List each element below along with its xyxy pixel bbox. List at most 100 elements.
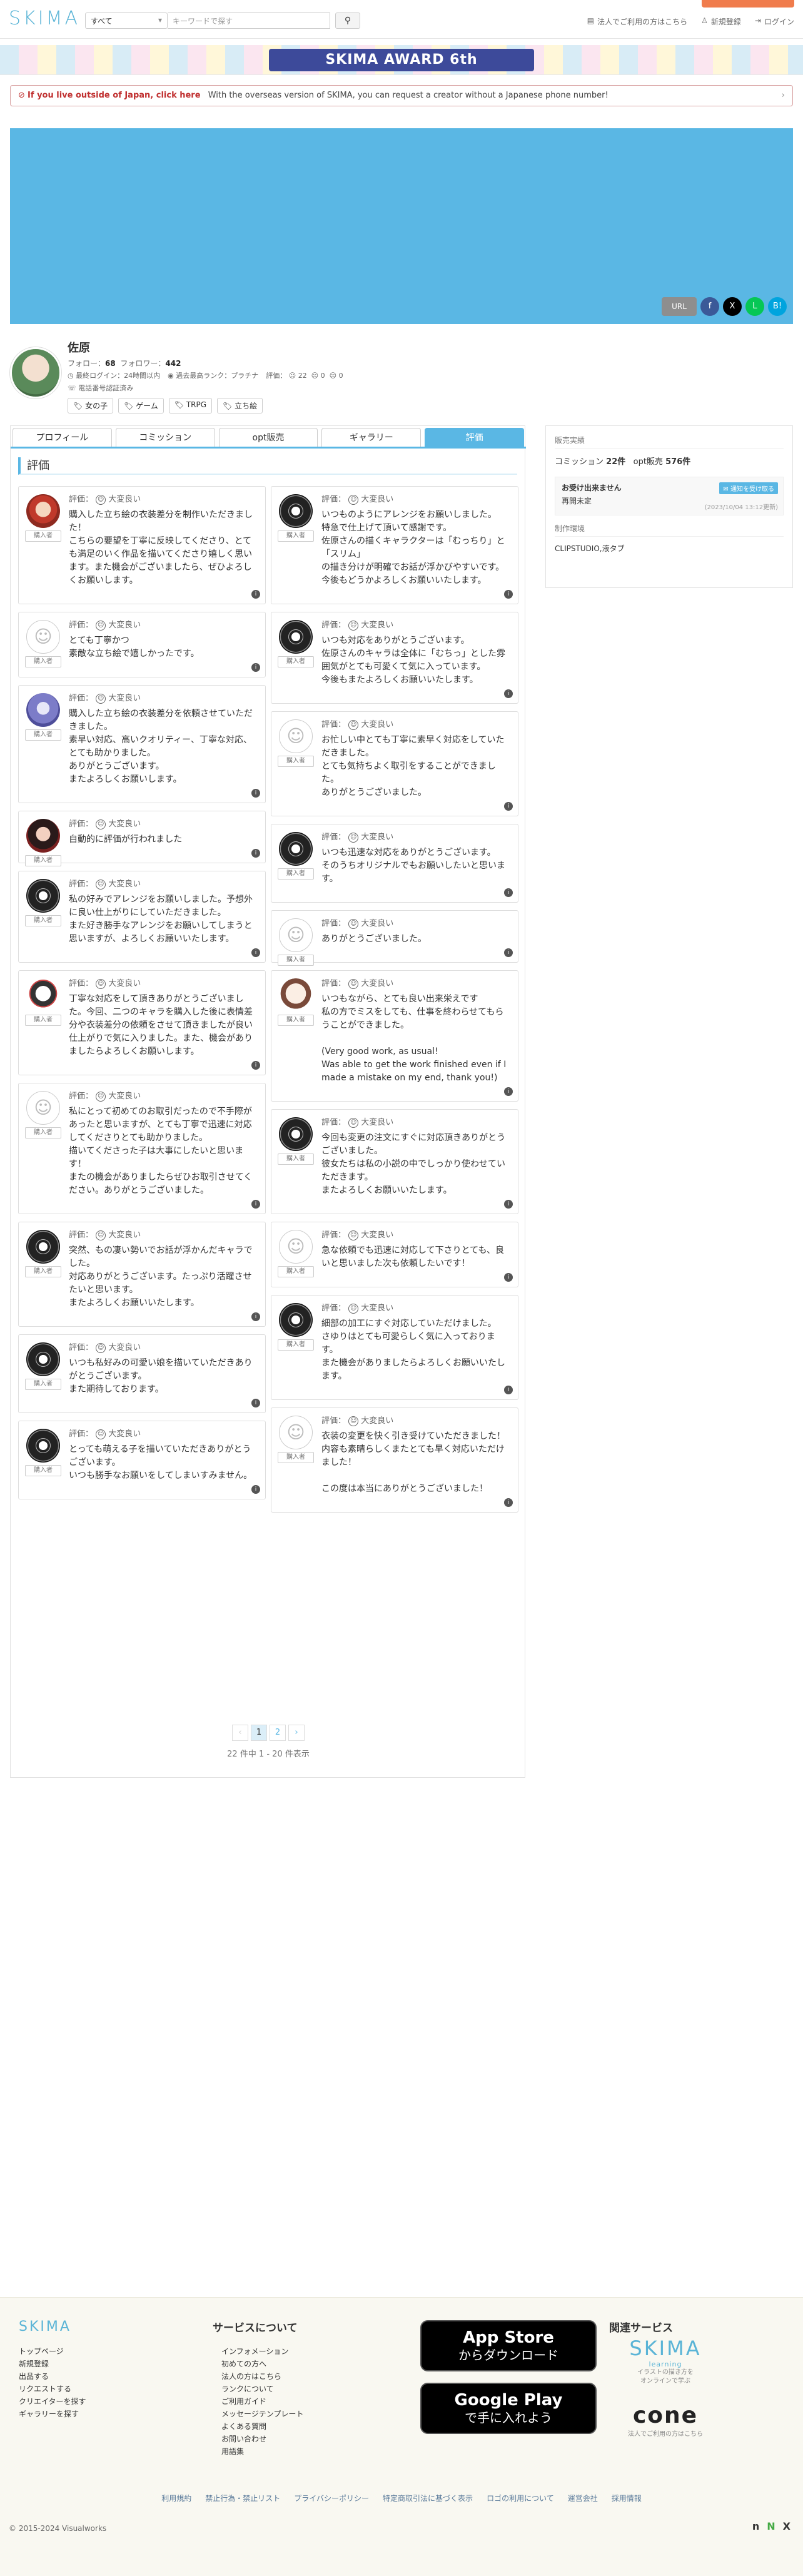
tag[interactable]: 🏷 女の子 [68, 398, 114, 413]
report-icon[interactable]: i [251, 1312, 260, 1321]
search-input[interactable]: キーワードで探す [168, 13, 330, 29]
line-icon[interactable]: L [745, 297, 764, 316]
reviewer-avatar[interactable] [279, 918, 313, 952]
footer-link[interactable]: トップページ [19, 2345, 86, 2358]
service-link[interactable]: メッセージテンプレート [221, 2408, 303, 2420]
category-select[interactable]: すべて [85, 13, 168, 29]
service-link[interactable]: 法人の方はこちら [221, 2370, 303, 2383]
app-store-button[interactable]: App Store からダウンロード [420, 2320, 597, 2371]
reviewer-avatar[interactable] [26, 620, 60, 654]
tab-gallery[interactable]: ギャラリー [321, 428, 422, 447]
reviewer-avatar[interactable] [279, 978, 313, 1012]
tag[interactable]: 🏷 ゲーム [118, 398, 164, 413]
reviewer-avatar[interactable] [279, 1230, 313, 1264]
report-icon[interactable]: i [251, 1485, 260, 1494]
page-button[interactable]: 1 [251, 1725, 267, 1741]
x-icon[interactable]: X [783, 2520, 790, 2532]
bottom-link[interactable]: 運営会社 [568, 2493, 598, 2503]
follower-count[interactable]: 442 [165, 359, 181, 368]
follow-count[interactable]: 68 [105, 359, 116, 368]
report-icon[interactable]: i [504, 1498, 513, 1507]
bottom-link[interactable]: プライバシーポリシー [294, 2493, 369, 2503]
next-page-button[interactable]: › [288, 1725, 305, 1741]
service-link[interactable]: よくある質問 [221, 2420, 303, 2433]
report-icon[interactable]: i [504, 1200, 513, 1209]
report-icon[interactable]: i [251, 948, 260, 957]
bottom-link[interactable]: ロゴの利用について [487, 2493, 554, 2503]
footer-link[interactable]: 新規登録 [19, 2358, 86, 2370]
note-icon[interactable]: n [752, 2520, 759, 2532]
hatena-icon[interactable]: B! [768, 297, 787, 316]
reviewer-avatar[interactable] [279, 494, 313, 528]
promo-tab[interactable] [702, 0, 794, 8]
reviewer-avatar[interactable] [279, 832, 313, 866]
report-icon[interactable]: i [251, 849, 260, 858]
google-play-button[interactable]: Google Play で手に入れよう [420, 2383, 597, 2434]
tab-profile[interactable]: プロフィール [13, 428, 112, 447]
nav-login[interactable]: ⇥ ログイン [755, 16, 794, 27]
bottom-link[interactable]: 禁止行為・禁止リスト [205, 2493, 280, 2503]
report-icon[interactable]: i [504, 590, 513, 599]
reviewer-avatar[interactable] [26, 978, 60, 1012]
page-button[interactable]: 2 [270, 1725, 286, 1741]
award-banner[interactable]: SKIMA AWARD 6th [0, 45, 803, 75]
report-icon[interactable]: i [504, 888, 513, 897]
tab-opt[interactable]: opt販売 [218, 428, 318, 447]
service-link[interactable]: 初めての方へ [221, 2358, 303, 2370]
bottom-link[interactable]: 利用規約 [161, 2493, 191, 2503]
nav-corporate[interactable]: ▤ 法人でご利用の方はこちら [587, 16, 687, 27]
service-link[interactable]: 用語集 [221, 2445, 303, 2458]
reviewer-avatar[interactable] [26, 879, 60, 913]
report-icon[interactable]: i [251, 1399, 260, 1407]
reviewer-avatar[interactable] [26, 693, 60, 727]
tab-reviews[interactable]: 評価 [425, 428, 524, 447]
service-link[interactable]: お問い合わせ [221, 2433, 303, 2445]
footer-link[interactable]: ギャラリーを探す [19, 2408, 86, 2420]
report-icon[interactable]: i [504, 802, 513, 811]
facebook-icon[interactable]: f [700, 297, 719, 316]
report-icon[interactable]: i [504, 1386, 513, 1394]
reviewer-avatar[interactable] [26, 1230, 60, 1264]
notice-link[interactable]: If you live outside of Japan, click here [28, 91, 201, 100]
report-icon[interactable]: i [251, 590, 260, 599]
service-link[interactable]: インフォメーション [221, 2345, 303, 2358]
search-button[interactable]: ⚲ [335, 13, 360, 29]
prev-page-button[interactable]: ‹ [232, 1725, 248, 1741]
report-icon[interactable]: i [251, 1061, 260, 1070]
reviewer-avatar[interactable] [26, 1429, 60, 1463]
report-icon[interactable]: i [504, 689, 513, 698]
reviewer-avatar[interactable] [26, 819, 60, 853]
copy-url-button[interactable]: URL [662, 297, 697, 316]
nav-register[interactable]: ♙ 新規登録 [701, 16, 741, 27]
service-link[interactable]: ご利用ガイド [221, 2395, 303, 2408]
report-icon[interactable]: i [251, 663, 260, 672]
report-icon[interactable]: i [251, 789, 260, 798]
report-icon[interactable]: i [504, 1273, 513, 1282]
footer-logo[interactable]: SKIMA [19, 2319, 71, 2335]
tab-commission[interactable]: コミッション [115, 428, 215, 447]
x-icon[interactable]: X [723, 297, 742, 316]
report-icon[interactable]: i [504, 1087, 513, 1096]
bottom-link[interactable]: 特定商取引法に基づく表示 [383, 2493, 473, 2503]
cone-link[interactable]: cone 法人でご利用の方はこちら [622, 2403, 709, 2438]
reviewer-avatar[interactable] [26, 494, 60, 528]
footer-link[interactable]: クリエイターを探す [19, 2395, 86, 2408]
reviewer-avatar[interactable] [26, 1091, 60, 1125]
overseas-notice[interactable]: ⊘ If you live outside of Japan, click he… [10, 85, 793, 106]
bottom-link[interactable]: 採用情報 [612, 2493, 642, 2503]
footer-link[interactable]: リクエストする [19, 2383, 86, 2395]
report-icon[interactable]: i [504, 948, 513, 957]
service-link[interactable]: ランクについて [221, 2383, 303, 2395]
reviewer-avatar[interactable] [26, 1342, 60, 1376]
site-logo[interactable]: SKIMA [9, 8, 80, 29]
footer-link[interactable]: 出品する [19, 2370, 86, 2383]
skima-learning-link[interactable]: SKIMA learning イラストの描き方を オンラインで学ぶ [622, 2336, 709, 2386]
reviewer-avatar[interactable] [279, 1117, 313, 1151]
reviewer-avatar[interactable] [279, 719, 313, 753]
tag[interactable]: 🏷 TRPG [168, 398, 213, 413]
notify-button[interactable]: ✉ 通知を受け取る [719, 482, 778, 494]
niconico-icon[interactable]: N [767, 2520, 775, 2532]
tag[interactable]: 🏷 立ち絵 [217, 398, 263, 413]
reviewer-avatar[interactable] [279, 1416, 313, 1449]
report-icon[interactable]: i [251, 1200, 260, 1209]
